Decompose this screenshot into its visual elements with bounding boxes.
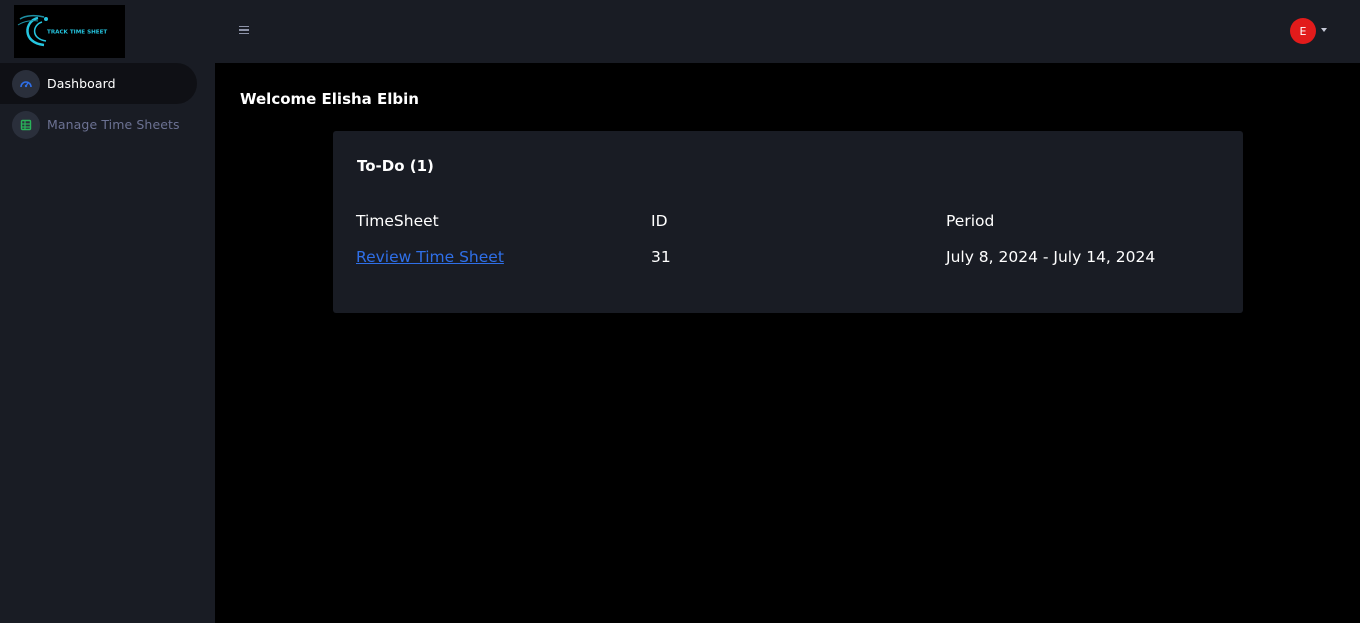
logo-text: TRACK TIME SHEET [47,30,107,36]
sidebar-item-label: Dashboard [47,76,116,91]
table-icon [12,110,40,139]
hamburger-icon[interactable] [239,23,253,37]
user-avatar[interactable]: E [1290,18,1316,44]
review-time-sheet-link[interactable]: Review Time Sheet [356,248,504,266]
logo-graphic: TRACK TIME SHEET [17,14,107,47]
column-header-period: Period [946,212,995,230]
todo-card: To-Do (1) TimeSheet ID Period Review Tim… [333,131,1243,313]
caret-down-icon[interactable] [1321,28,1327,32]
table-cell-period: July 8, 2024 - July 14, 2024 [946,248,1156,266]
column-header-timesheet: TimeSheet [356,212,439,230]
app-root: TRACK TIME SHEET Dashboard Manage Time S… [0,0,1360,623]
todo-card-title: To-Do (1) [357,157,434,175]
sidebar-item-manage-time-sheets[interactable]: Manage Time Sheets [0,104,197,145]
sidebar: TRACK TIME SHEET Dashboard Manage Time S… [0,0,215,623]
speedometer-icon [12,69,40,98]
page-title: Welcome Elisha Elbin [240,90,419,108]
brand-logo[interactable]: TRACK TIME SHEET [14,5,125,58]
column-header-id: ID [651,212,668,230]
table-cell-id: 31 [651,248,671,266]
top-navbar: E [215,0,1360,63]
sidebar-item-label: Manage Time Sheets [47,117,180,132]
avatar-initial: E [1299,24,1307,38]
sidebar-item-dashboard[interactable]: Dashboard [0,63,197,104]
